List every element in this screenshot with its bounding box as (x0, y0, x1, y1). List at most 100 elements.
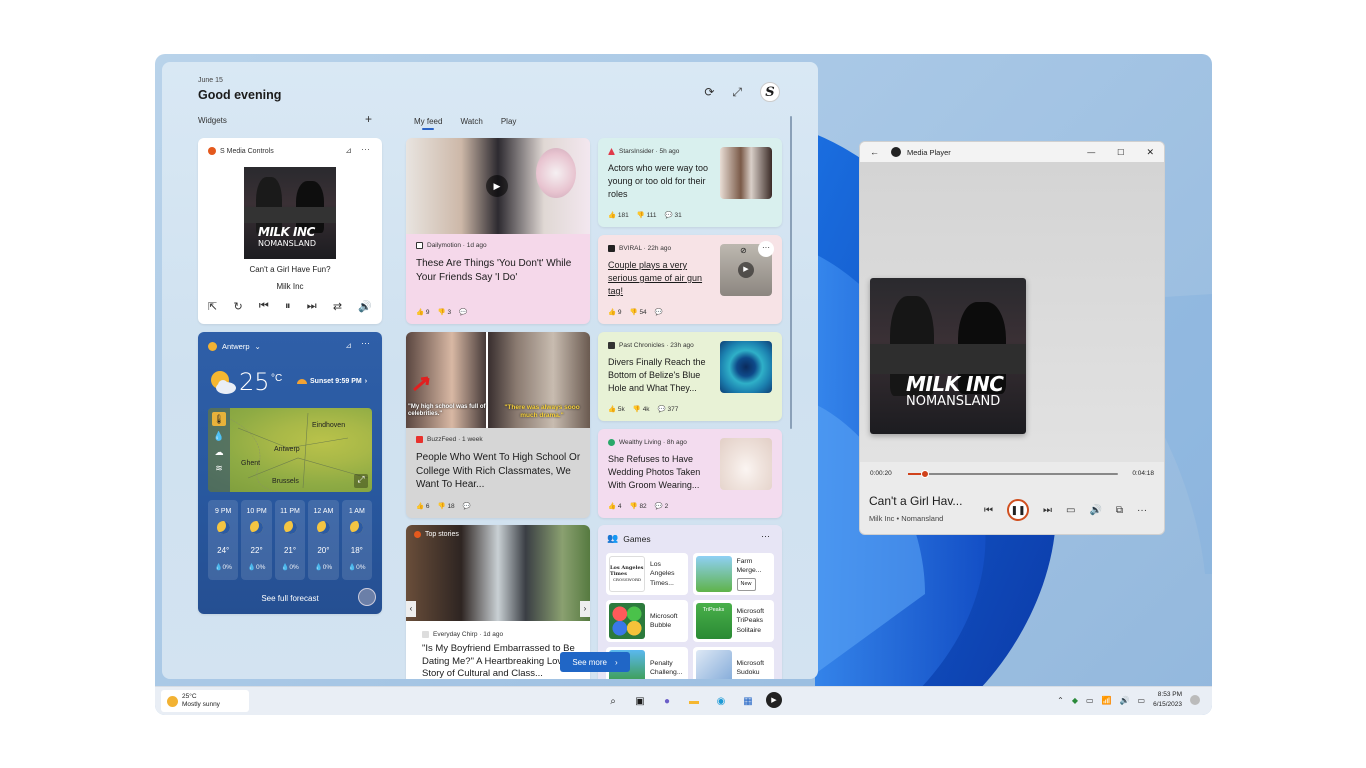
clock[interactable]: 8:53 PM 6/15/2023 (1153, 690, 1182, 710)
more-icon[interactable]: ··· (361, 338, 370, 348)
dislike-button[interactable]: 👎 18 (438, 502, 455, 510)
task-view-icon[interactable]: ▣ (631, 692, 649, 710)
see-more-button[interactable]: See more › (560, 652, 630, 672)
captions-icon[interactable]: ▭ (1066, 505, 1075, 516)
edge-icon[interactable]: ◉ (712, 692, 730, 710)
more-icon[interactable]: ··· (361, 144, 370, 154)
game-tile[interactable]: Microsoft Bubble (606, 600, 688, 642)
network-icon[interactable]: 📶 (1102, 696, 1112, 705)
like-button[interactable]: 👍 181 (608, 211, 629, 219)
more-icon[interactable]: ··· (761, 531, 770, 541)
expand-map-icon[interactable]: ⤢ (354, 474, 368, 488)
pin-icon[interactable]: ⊿ (345, 146, 352, 155)
more-icon[interactable]: ··· (1137, 505, 1147, 516)
news-card[interactable]: Past Chronicles · 23h ago Divers Finally… (598, 332, 782, 421)
pause-button[interactable]: ❚❚ (1007, 499, 1029, 521)
store-icon[interactable]: ▦ (739, 692, 757, 710)
comment-icon[interactable]: 💬 (463, 502, 471, 510)
like-button[interactable]: 👍 6 (416, 502, 430, 510)
carousel-prev-button[interactable]: ‹ (406, 601, 416, 617)
carousel-next-button[interactable]: › (580, 601, 590, 617)
file-explorer-icon[interactable]: ▬ (685, 692, 703, 710)
maximize-button[interactable]: ☐ (1117, 148, 1124, 157)
feed-scrollbar[interactable] (790, 116, 792, 429)
pause-icon[interactable]: ⏸ (285, 300, 291, 313)
news-card[interactable]: "My high school was full of celebrities.… (406, 332, 590, 518)
like-button[interactable]: 👍 9 (416, 308, 430, 316)
news-title[interactable]: "Is My Boyfriend Embarrassed to Be Datin… (422, 643, 582, 679)
like-button[interactable]: 👍 4 (608, 502, 622, 510)
notifications-icon[interactable] (1190, 695, 1200, 705)
expand-icon[interactable]: ⤢ (732, 85, 742, 100)
previous-icon[interactable]: ⏮ (984, 505, 993, 516)
add-widget-icon[interactable]: + (365, 112, 372, 126)
volume-icon[interactable]: 🔊 (1120, 696, 1130, 705)
media-player-taskbar-icon[interactable]: ▶ (766, 692, 782, 708)
shuffle-icon[interactable]: ⇄ (333, 300, 342, 313)
temperature-layer-icon[interactable]: 🌡 (212, 412, 226, 426)
wind-layer-icon[interactable]: ≋ (215, 463, 223, 474)
news-title[interactable]: These Are Things 'You Don't' While Your … (416, 257, 582, 284)
pin-icon[interactable]: ⊿ (345, 341, 352, 350)
defender-icon[interactable]: ◆ (1072, 696, 1078, 705)
dislike-button[interactable]: 👎 82 (630, 502, 647, 510)
tab-my-feed[interactable]: My feed (414, 117, 442, 130)
more-icon[interactable]: ··· (758, 241, 774, 257)
news-card[interactable]: BVIRAL · 22h ago Couple plays a very ser… (598, 235, 782, 324)
dislike-button[interactable]: 👎 111 (637, 211, 657, 219)
comment-icon[interactable]: 💬 (459, 308, 467, 316)
minimize-button[interactable]: — (1087, 148, 1095, 157)
news-card[interactable]: Wealthy Living · 8h ago She Refuses to H… (598, 429, 782, 518)
repeat-icon[interactable]: ↻ (233, 300, 242, 313)
play-icon[interactable]: ▶ (486, 175, 508, 197)
next-icon[interactable]: ⏭ (307, 300, 317, 313)
back-arrow-icon[interactable]: ← (870, 147, 879, 157)
news-title[interactable]: Divers Finally Reach the Bottom of Beliz… (608, 356, 716, 395)
game-tile[interactable]: Microsoft Sudoku (692, 647, 774, 679)
weather-map[interactable]: 🌡 💧 ☁ ≋ Eindhoven Antwerp Ghent Brussels… (208, 408, 372, 492)
dislike-button[interactable]: 👎 54 (630, 308, 647, 316)
news-title[interactable]: Actors who were way too young or too old… (608, 162, 710, 201)
open-app-icon[interactable]: ⇱ (208, 300, 217, 313)
close-button[interactable]: ✕ (1146, 147, 1154, 158)
cloud-layer-icon[interactable]: ☁ (215, 447, 224, 458)
comment-button[interactable]: 💬 2 (655, 502, 669, 510)
volume-icon[interactable]: 🔊 (1089, 505, 1101, 516)
news-title[interactable]: She Refuses to Have Wedding Photos Taken… (608, 453, 710, 492)
chevron-up-icon[interactable]: ⌃ (1057, 696, 1064, 705)
precipitation-layer-icon[interactable]: 💧 (213, 431, 224, 442)
like-button[interactable]: 👍 9 (608, 308, 622, 316)
next-icon[interactable]: ⏭ (1043, 505, 1052, 516)
miniplayer-icon[interactable]: ⧉ (1116, 505, 1123, 516)
seek-bar[interactable] (908, 470, 1118, 478)
avatar[interactable] (358, 588, 376, 606)
game-tile[interactable]: TriPeaks Microsoft TriPeaks Solitaire (692, 600, 774, 642)
comment-button[interactable]: 💬 31 (665, 211, 682, 219)
display-icon[interactable]: ▭ (1086, 696, 1094, 705)
news-title[interactable]: Couple plays a very serious game of air … (608, 259, 710, 298)
comment-button[interactable]: 💬 377 (658, 405, 679, 413)
hide-icon[interactable]: ⊘ (740, 246, 747, 255)
news-card[interactable]: StarsInsider · 5h ago Actors who were wa… (598, 138, 782, 227)
refresh-icon[interactable]: ⟳ (704, 85, 714, 99)
seek-bar-thumb[interactable] (920, 470, 929, 478)
chat-icon[interactable]: ● (658, 692, 676, 710)
tab-play[interactable]: Play (501, 117, 517, 126)
play-icon[interactable]: ▶ (738, 262, 754, 278)
like-button[interactable]: 👍 5k (608, 405, 625, 413)
battery-icon[interactable]: ▭ (1138, 696, 1146, 705)
comment-icon[interactable]: 💬 (655, 308, 663, 316)
see-full-forecast-link[interactable]: See full forecast (198, 594, 382, 603)
weather-widget[interactable]: Antwerp ⌄ ⊿ ··· 25 °C Sunset 9:59 PM › 🌡… (198, 332, 382, 614)
avatar[interactable]: S (760, 82, 780, 102)
search-icon[interactable]: ⌕ (604, 692, 622, 710)
taskbar-weather[interactable]: 25°C Mostly sunny (161, 690, 249, 712)
volume-icon[interactable]: 🔊 (358, 300, 372, 313)
game-tile[interactable]: Los Angeles Times CROSSWORD Los Angeles Ti… (606, 553, 688, 595)
tab-watch[interactable]: Watch (460, 117, 482, 126)
start-icon[interactable] (580, 692, 595, 707)
game-tile[interactable]: Farm Merge... New (692, 553, 774, 595)
previous-icon[interactable]: ⏮ (259, 300, 269, 313)
dislike-button[interactable]: 👎 3 (438, 308, 452, 316)
news-card[interactable]: ▶ Dailymotion · 1d ago These Are Things … (406, 138, 590, 324)
